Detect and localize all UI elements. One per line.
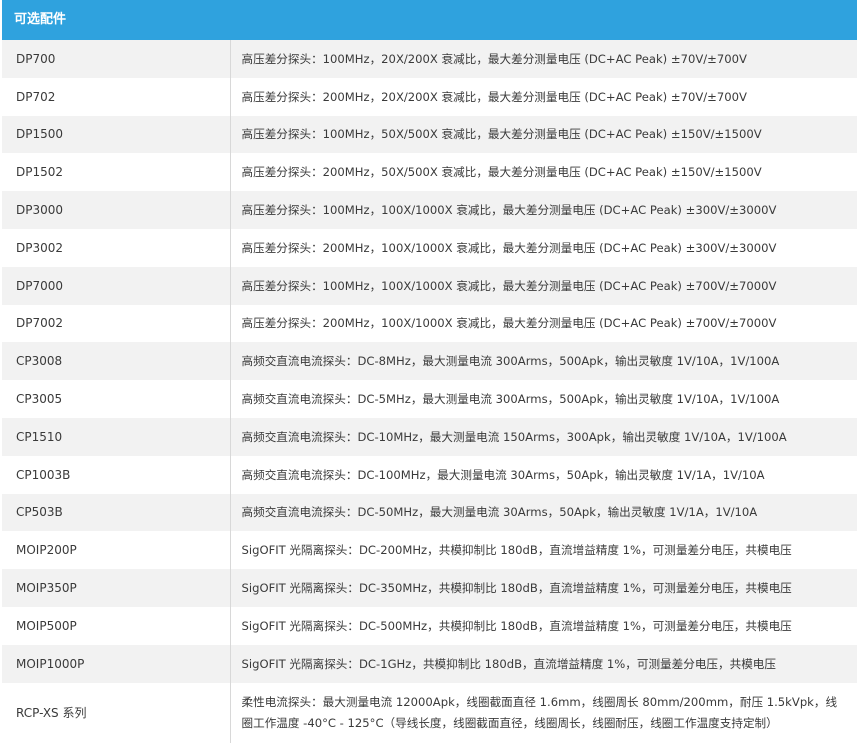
model-cell: DP7000 (2, 266, 231, 305)
table-row: CP3008 高频交直流电流探头：DC-8MHz，最大测量电流 300Arms，5… (2, 342, 857, 381)
model-cell: DP1500 (2, 115, 231, 154)
description-cell: 高压差分探头：100MHz，100X/1000X 衰减比，最大差分测量电压 (D… (230, 266, 857, 305)
table-row: DP3002 高压差分探头：200MHz，100X/1000X 衰减比，最大差分测… (2, 228, 857, 267)
table-row: DP700 高压差分探头：100MHz，20X/200X 衰减比，最大差分测量电压… (2, 40, 857, 78)
table-row: CP503B 高频交直流电流探头：DC-50MHz，最大测量电流 30Arms，5… (2, 493, 857, 532)
model-cell: CP3005 (2, 380, 231, 418)
table-row: DP7002 高压差分探头：200MHz，100X/1000X 衰减比，最大差分测… (2, 304, 857, 343)
table-row: CP3005 高频交直流电流探头：DC-5MHz，最大测量电流 300Arms，5… (2, 380, 857, 418)
model-cell: DP700 (2, 40, 231, 78)
model-cell: DP7002 (2, 304, 231, 343)
table-row: MOIP1000P SigOFIT 光隔离探头：DC-1GHz，共模抑制比 180… (2, 644, 857, 683)
header-title: 可选配件 (14, 12, 67, 27)
table-body: DP700 高压差分探头：100MHz，20X/200X 衰减比，最大差分测量电压… (2, 40, 857, 743)
description-cell: 高频交直流电流探头：DC-10MHz，最大测量电流 150Arms，300Apk… (230, 417, 857, 456)
table-row: DP1500 高压差分探头：100MHz，50X/500X 衰减比，最大差分测量电… (2, 115, 857, 154)
table-row: DP7000 高压差分探头：100MHz，100X/1000X 衰减比，最大差分测… (2, 266, 857, 305)
table-row: MOIP350P SigOFIT 光隔离探头：DC-350MHz，共模抑制比 18… (2, 569, 857, 607)
model-cell: DP3000 (2, 191, 231, 229)
model-cell: DP1502 (2, 153, 231, 192)
description-cell: 高压差分探头：200MHz，100X/1000X 衰减比，最大差分测量电压 (D… (230, 228, 857, 267)
accessories-table: DP700 高压差分探头：100MHz，20X/200X 衰减比，最大差分测量电压… (2, 40, 857, 743)
model-cell: CP1510 (2, 417, 231, 456)
model-cell: MOIP500P (2, 606, 231, 645)
table-row: MOIP500P SigOFIT 光隔离探头：DC-500MHz，共模抑制比 18… (2, 606, 857, 645)
description-cell: 高压差分探头：100MHz，50X/500X 衰减比，最大差分测量电压 (DC+… (230, 115, 857, 154)
table-header: 可选配件 (2, 0, 857, 40)
description-cell: 高压差分探头：100MHz，100X/1000X 衰减比，最大差分测量电压 (D… (230, 191, 857, 229)
table-row: DP3000 高压差分探头：100MHz，100X/1000X 衰减比，最大差分测… (2, 191, 857, 229)
description-cell: SigOFIT 光隔离探头：DC-500MHz，共模抑制比 180dB，直流增益… (230, 606, 857, 645)
model-cell: CP503B (2, 493, 231, 532)
model-cell: MOIP200P (2, 531, 231, 570)
table-row: DP1502 高压差分探头：200MHz，50X/500X 衰减比，最大差分测量电… (2, 153, 857, 192)
model-cell: CP1003B (2, 455, 231, 494)
description-cell: 高频交直流电流探头：DC-8MHz，最大测量电流 300Arms，500Apk，… (230, 342, 857, 381)
description-cell: 高频交直流电流探头：DC-5MHz，最大测量电流 300Arms，500Apk，… (230, 380, 857, 418)
accessories-table-container: 可选配件 DP700 高压差分探头：100MHz，20X/200X 衰减比，最大差… (2, 0, 857, 743)
table-row: CP1003B 高频交直流电流探头：DC-100MHz，最大测量电流 30Arms… (2, 455, 857, 494)
description-cell: 柔性电流探头：最大测量电流 12000Apk，线圈截面直径 1.6mm，线圈周长… (230, 682, 857, 743)
model-cell: DP3002 (2, 228, 231, 267)
description-cell: 高频交直流电流探头：DC-100MHz，最大测量电流 30Arms，50Apk，… (230, 455, 857, 494)
description-cell: 高压差分探头：200MHz，100X/1000X 衰减比，最大差分测量电压 (D… (230, 304, 857, 343)
table-row: DP702 高压差分探头：200MHz，20X/200X 衰减比，最大差分测量电压… (2, 77, 857, 116)
model-cell: MOIP350P (2, 569, 231, 607)
model-cell: RCP-XS 系列 (2, 682, 231, 743)
description-cell: SigOFIT 光隔离探头：DC-1GHz，共模抑制比 180dB，直流增益精度… (230, 644, 857, 683)
description-cell: SigOFIT 光隔离探头：DC-200MHz，共模抑制比 180dB，直流增益… (230, 531, 857, 570)
table-row: RCP-XS 系列 柔性电流探头：最大测量电流 12000Apk，线圈截面直径 1… (2, 682, 857, 743)
description-cell: 高压差分探头：200MHz，20X/200X 衰减比，最大差分测量电压 (DC+… (230, 77, 857, 116)
description-cell: 高压差分探头：200MHz，50X/500X 衰减比，最大差分测量电压 (DC+… (230, 153, 857, 192)
model-cell: MOIP1000P (2, 644, 231, 683)
table-row: MOIP200P SigOFIT 光隔离探头：DC-200MHz，共模抑制比 18… (2, 531, 857, 570)
model-cell: DP702 (2, 77, 231, 116)
description-cell: SigOFIT 光隔离探头：DC-350MHz，共模抑制比 180dB，直流增益… (230, 569, 857, 607)
model-cell: CP3008 (2, 342, 231, 381)
table-row: CP1510 高频交直流电流探头：DC-10MHz，最大测量电流 150Arms，… (2, 417, 857, 456)
description-cell: 高压差分探头：100MHz，20X/200X 衰减比，最大差分测量电压 (DC+… (230, 40, 857, 78)
description-cell: 高频交直流电流探头：DC-50MHz，最大测量电流 30Arms，50Apk，输… (230, 493, 857, 532)
